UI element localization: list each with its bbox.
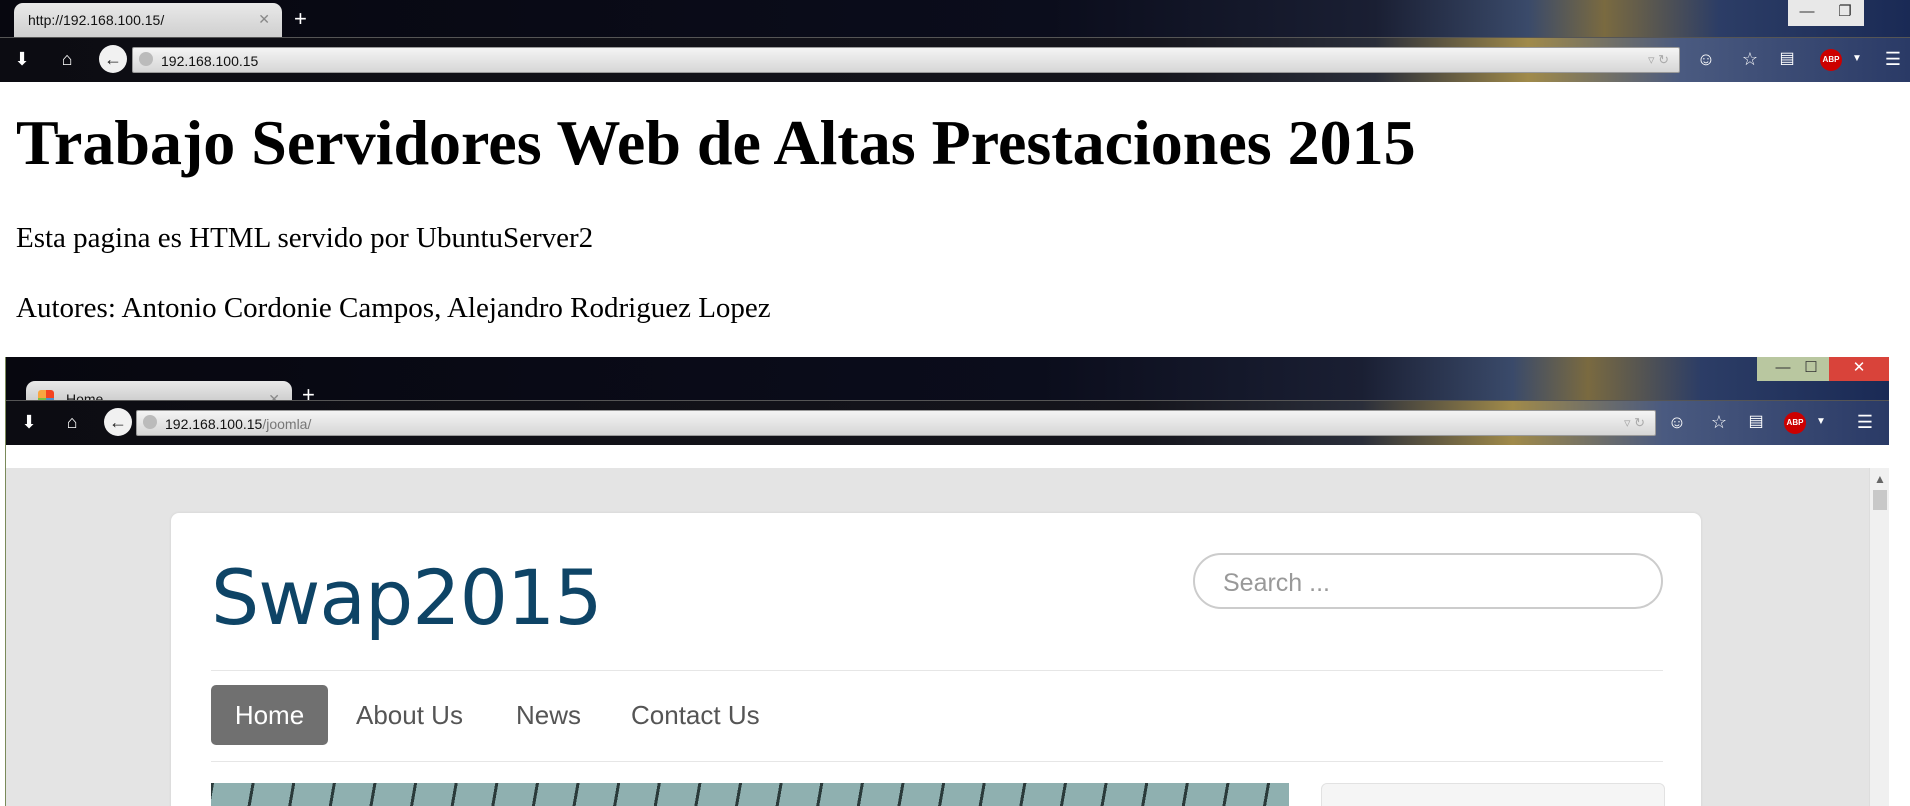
search-input[interactable]: Search ... <box>1193 553 1663 609</box>
star-icon[interactable]: ☆ <box>1737 46 1763 72</box>
home-icon[interactable]: ⌂ <box>54 46 80 72</box>
outer-toolbar: ⬇ ⌂ ← 192.168.100.15 ▿ ↻ ☺ ☆ ▤ ABP ▼ ☰ <box>0 37 1910 82</box>
nav-item-contact-us[interactable]: Contact Us <box>631 685 760 745</box>
inner-abp-icon[interactable]: ABP <box>1784 412 1806 434</box>
inner-globe-icon <box>143 415 157 429</box>
inner-reader-icon[interactable]: ▤ <box>1743 409 1769 435</box>
reload-icon[interactable]: ▿ ↻ <box>1648 52 1669 68</box>
site-container: Swap2015 Search ... Home About Us News C… <box>171 513 1701 806</box>
inner-maximize-button[interactable]: ☐ <box>1793 357 1829 381</box>
abp-icon[interactable]: ABP <box>1820 49 1842 71</box>
header-divider <box>211 670 1663 671</box>
reader-icon[interactable]: ▤ <box>1774 46 1800 72</box>
inner-back-button[interactable]: ← <box>104 408 132 436</box>
outer-tab-title: http://192.168.100.15/ <box>28 12 165 28</box>
inner-url-host: 192.168.100.15 <box>165 416 263 432</box>
download-icon[interactable]: ⬇ <box>9 46 35 72</box>
back-arrow-icon: ← <box>104 49 122 69</box>
inner-chat-icon[interactable]: ☺ <box>1664 409 1690 435</box>
outer-tab-close-icon[interactable]: ✕ <box>258 11 270 28</box>
nav-item-about-us[interactable]: About Us <box>356 685 463 745</box>
inner-abp-dropdown-icon[interactable]: ▼ <box>1808 409 1834 435</box>
outer-tab-strip: http://192.168.100.15/ ✕ + — ❐ <box>0 0 1910 37</box>
inner-tab[interactable]: Home ✕ <box>26 381 292 407</box>
page-heading: Trabajo Servidores Web de Altas Prestaci… <box>16 107 1416 178</box>
inner-home-icon[interactable]: ⌂ <box>59 409 85 435</box>
inner-scrollbar[interactable]: ▲ <box>1869 468 1889 806</box>
back-button[interactable]: ← <box>99 45 127 73</box>
page-paragraph-authors: Autores: Antonio Cordonie Campos, Alejan… <box>16 292 771 324</box>
page-paragraph-server: Esta pagina es HTML servido por UbuntuSe… <box>16 222 594 254</box>
chat-icon[interactable]: ☺ <box>1693 46 1719 72</box>
inner-menu-icon[interactable]: ☰ <box>1852 409 1878 435</box>
scroll-thumb[interactable] <box>1873 490 1887 510</box>
joomla-viewport: Swap2015 Search ... Home About Us News C… <box>6 468 1869 806</box>
inner-tab-strip: Home ✕ + — ☐ ✕ <box>6 357 1889 407</box>
abp-dropdown-icon[interactable]: ▼ <box>1844 46 1870 72</box>
inner-url-path: /joomla/ <box>262 416 312 432</box>
outer-tab[interactable]: http://192.168.100.15/ ✕ <box>14 3 282 37</box>
scroll-up-icon[interactable]: ▲ <box>1874 472 1886 486</box>
sidebar-module <box>1321 783 1665 806</box>
outer-new-tab-button[interactable]: + <box>294 8 307 30</box>
inner-close-button[interactable]: ✕ <box>1829 357 1889 381</box>
globe-icon <box>139 52 153 66</box>
inner-toolbar: ⬇ ⌂ ← 192.168.100.15/joomla/ ▿ ↻ ☺ ☆ ▤ A… <box>6 400 1889 445</box>
inner-download-icon[interactable]: ⬇ <box>16 409 42 435</box>
inner-url-text: 192.168.100.15/joomla/ <box>165 416 311 432</box>
site-brand[interactable]: Swap2015 <box>211 553 603 642</box>
nav-item-news[interactable]: News <box>516 685 581 745</box>
inner-back-arrow-icon: ← <box>109 412 127 432</box>
menu-icon[interactable]: ☰ <box>1880 46 1906 72</box>
embedded-screenshot: Home ✕ + — ☐ ✕ ⬇ ⌂ ← 192.168.100.15/joom… <box>5 357 1889 806</box>
outer-url-text: 192.168.100.15 <box>161 53 259 69</box>
nav-divider <box>211 761 1663 762</box>
outer-address-bar[interactable]: 192.168.100.15 ▿ ↻ <box>132 47 1680 73</box>
hero-image <box>211 783 1289 806</box>
outer-restore-button[interactable]: ❐ <box>1826 0 1864 26</box>
nav-item-home[interactable]: Home <box>211 685 328 745</box>
inner-star-icon[interactable]: ☆ <box>1706 409 1732 435</box>
inner-address-bar[interactable]: 192.168.100.15/joomla/ ▿ ↻ <box>136 410 1656 436</box>
outer-minimize-button[interactable]: — <box>1788 0 1826 26</box>
inner-reload-icon[interactable]: ▿ ↻ <box>1624 415 1645 431</box>
